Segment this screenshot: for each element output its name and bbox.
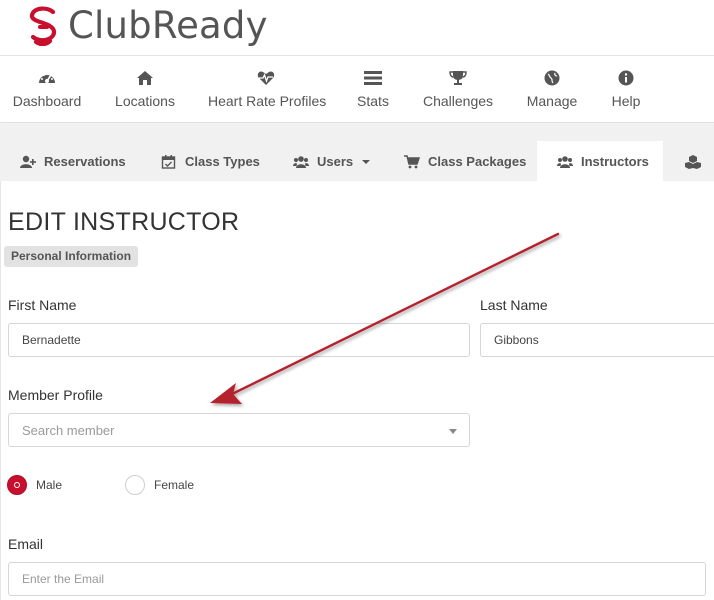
gender-female-label: Female xyxy=(154,478,195,492)
heart-rate-icon xyxy=(257,71,275,85)
tab-users[interactable]: Users xyxy=(293,141,370,181)
tab-label-instructors: Instructors xyxy=(581,154,649,170)
last-name-value: Gibbons xyxy=(494,333,539,347)
home-icon xyxy=(137,71,153,85)
users-icon xyxy=(293,155,309,168)
nav-item-help[interactable]: Help xyxy=(608,57,644,123)
page-title: EDIT INSTRUCTOR xyxy=(8,208,240,236)
member-profile-select[interactable]: Search member xyxy=(8,413,470,447)
nav-label-dashboard: Dashboard xyxy=(12,93,82,109)
nav-label-manage: Manage xyxy=(526,93,578,109)
gender-male-radio[interactable] xyxy=(7,475,27,495)
trophy-icon xyxy=(449,71,467,85)
email-label: Email xyxy=(8,536,44,552)
stats-icon xyxy=(364,71,382,85)
tab-reservations[interactable]: Reservations xyxy=(20,141,126,181)
sub-nav-tabs: Reservations Class Types Users Class Pac… xyxy=(0,124,714,181)
email-field[interactable]: Enter the Email xyxy=(8,562,706,596)
main-content: EDIT INSTRUCTOR Personal Information Fir… xyxy=(0,181,714,600)
nav-label-challenges: Challenges xyxy=(422,93,494,109)
tab-label-users: Users xyxy=(317,154,354,170)
calendar-check-icon xyxy=(161,154,176,169)
nav-item-dashboard[interactable]: Dashboard xyxy=(8,57,86,123)
nav-item-manage[interactable]: Manage xyxy=(524,57,580,123)
users-icon xyxy=(557,155,573,168)
nav-item-challenges[interactable]: Challenges xyxy=(422,57,494,123)
email-placeholder: Enter the Email xyxy=(22,572,105,586)
tab-class-types[interactable]: Class Types xyxy=(161,141,260,181)
chevron-down-icon xyxy=(449,429,457,434)
main-nav: Dashboard Locations Heart Rate Profiles … xyxy=(0,57,714,123)
first-name-label: First Name xyxy=(8,297,77,313)
first-name-field[interactable]: Bernadette xyxy=(8,323,470,357)
nav-item-stats[interactable]: Stats xyxy=(352,57,394,123)
info-icon xyxy=(618,70,634,86)
first-name-value: Bernadette xyxy=(22,333,81,347)
app-header: ClubReady xyxy=(0,0,714,56)
last-name-field[interactable]: Gibbons xyxy=(480,323,714,357)
gender-female-radio[interactable] xyxy=(125,475,145,495)
dashboard-icon xyxy=(39,73,55,83)
nav-label-stats: Stats xyxy=(357,93,389,109)
globe-icon xyxy=(544,70,560,86)
member-profile-placeholder: Search member xyxy=(22,422,115,438)
brand-name: ClubReady xyxy=(68,4,268,47)
tab-instructors[interactable]: Instructors xyxy=(537,141,663,181)
section-badge: Personal Information xyxy=(4,246,139,267)
nav-label-help: Help xyxy=(611,93,641,109)
cart-icon xyxy=(404,154,420,168)
clubready-logo-icon[interactable] xyxy=(26,6,60,46)
tab-label-class-packages: Class Packages xyxy=(428,154,527,170)
tab-label-reservations: Reservations xyxy=(44,154,126,170)
gender-male-label: Male xyxy=(36,478,63,492)
user-plus-icon xyxy=(20,155,36,168)
cubes-icon xyxy=(685,154,701,169)
tab-more[interactable] xyxy=(685,141,714,181)
nav-label-locations: Locations xyxy=(115,93,175,109)
caret-down-icon xyxy=(361,159,370,164)
member-profile-label: Member Profile xyxy=(8,387,103,403)
nav-item-locations[interactable]: Locations xyxy=(112,57,178,123)
nav-label-heart-rate-profiles: Heart Rate Profiles xyxy=(208,93,327,109)
last-name-label: Last Name xyxy=(480,297,548,313)
tab-class-packages[interactable]: Class Packages xyxy=(404,141,526,181)
nav-item-heart-rate-profiles[interactable]: Heart Rate Profiles xyxy=(208,57,327,123)
tab-label-class-types: Class Types xyxy=(185,154,260,170)
